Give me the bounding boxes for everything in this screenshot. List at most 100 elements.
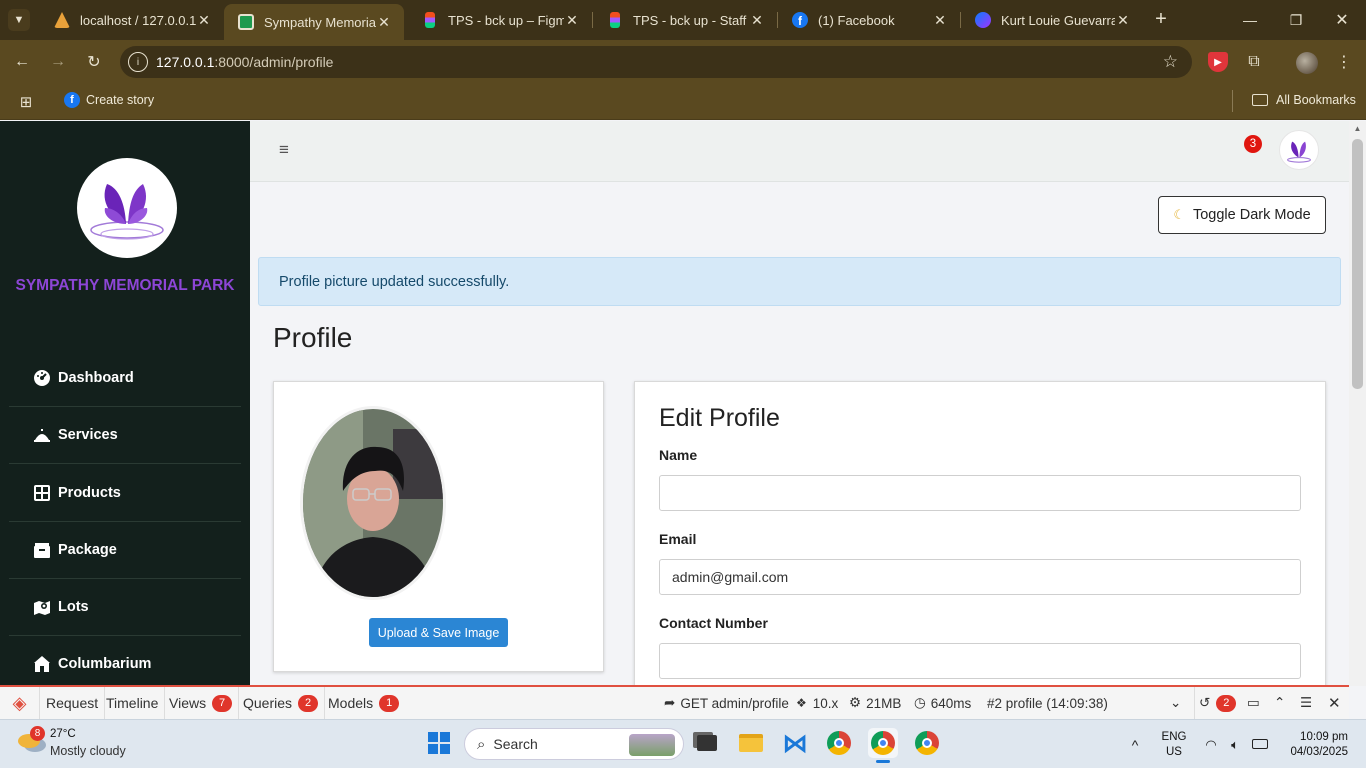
shield-extension-icon[interactable]: ▶: [1208, 52, 1228, 72]
notification-badge: 3: [1244, 135, 1262, 153]
windows-start-icon[interactable]: [424, 728, 454, 758]
reload-icon[interactable]: ↻: [84, 52, 104, 72]
clock[interactable]: 10:09 pm 04/03/2025: [1284, 730, 1348, 760]
sidebar-item-dashboard[interactable]: Dashboard: [9, 350, 241, 407]
history-icon: ↺: [1199, 695, 1211, 710]
all-bookmarks[interactable]: All Bookmarks: [1252, 92, 1356, 108]
omnibox[interactable]: i 127.0.0.1:8000/admin/profile ☆: [120, 46, 1192, 78]
name-field[interactable]: [659, 475, 1301, 511]
sidebar-item-services[interactable]: Services: [9, 407, 241, 464]
tab-search-icon[interactable]: ▼: [8, 9, 30, 31]
close-icon[interactable]: ✕: [1328, 687, 1341, 719]
close-icon[interactable]: ✕: [376, 14, 392, 31]
dashboard-icon: [33, 369, 51, 387]
weather-widget[interactable]: 8 27°C Mostly cloudy: [14, 726, 144, 762]
tab-messenger[interactable]: Kurt Louie Guevarra | ✕: [961, 0, 1143, 40]
new-tab-icon[interactable]: +: [1150, 8, 1172, 30]
chrome-icon[interactable]: [824, 728, 854, 758]
wifi-icon[interactable]: ◠: [1202, 736, 1220, 754]
debugbar-tab-models[interactable]: Models 1: [322, 687, 405, 719]
close-icon[interactable]: ✕: [564, 12, 580, 29]
chrome-profile-2-icon[interactable]: [912, 728, 942, 758]
tab-figma-1[interactable]: TPS - bck up – Figma ✕: [408, 0, 592, 40]
language-indicator[interactable]: ENG US: [1156, 730, 1192, 760]
volume-icon[interactable]: 🔈︎: [1226, 736, 1244, 754]
debugbar-route[interactable]: ➦ GET admin/profile: [664, 687, 789, 719]
messenger-icon: [975, 12, 991, 28]
chevron-up-icon[interactable]: ⌃: [1274, 687, 1285, 719]
chevron-up-icon[interactable]: ^: [1126, 736, 1144, 754]
bookmark-create-story[interactable]: f Create story: [64, 92, 154, 108]
apps-grid-icon[interactable]: ⊞: [18, 94, 34, 111]
debugbar-tab-views[interactable]: Views 7: [163, 687, 240, 719]
toggle-dark-mode-button[interactable]: ☾ Toggle Dark Mode: [1158, 196, 1326, 234]
brand-name: SYMPATHY MEMORIAL PARK: [15, 277, 235, 294]
sidebar-item-columbarium[interactable]: Columbarium: [9, 636, 241, 686]
debugbar-logo-icon[interactable]: ◈: [0, 687, 40, 719]
folder-open-icon[interactable]: ▭: [1247, 687, 1260, 719]
laravel-icon: [238, 14, 254, 30]
debugbar-request-select[interactable]: #2 profile (14:09:38): [987, 687, 1108, 719]
clock-icon: ◷: [914, 695, 926, 710]
task-view-icon[interactable]: [692, 728, 722, 758]
profile-photo: [300, 406, 446, 600]
minimize-icon[interactable]: —: [1240, 10, 1260, 30]
back-icon[interactable]: ←: [12, 52, 32, 72]
tab-facebook[interactable]: f (1) Facebook ✕: [778, 0, 960, 40]
settings-sliders-icon[interactable]: ☰: [1300, 687, 1312, 719]
cogs-icon: ⚙: [849, 695, 862, 710]
name-label: Name: [659, 447, 698, 463]
chrome-profile-active-icon[interactable]: [868, 728, 898, 758]
sidebar-item-package[interactable]: Package: [9, 522, 241, 579]
maximize-icon[interactable]: ❐: [1286, 10, 1306, 30]
weather-badge: 8: [30, 726, 45, 741]
logo: [77, 158, 177, 258]
upload-save-image-button[interactable]: Upload & Save Image: [369, 618, 508, 647]
page-scrollbar[interactable]: ▲: [1349, 121, 1366, 686]
bookmark-star-icon[interactable]: ☆: [1163, 52, 1178, 72]
battery-icon[interactable]: [1252, 739, 1268, 749]
debugbar-history[interactable]: ↺ 2: [1194, 687, 1237, 719]
debugbar-tab-request[interactable]: Request: [40, 687, 106, 719]
debugbar-tab-queries[interactable]: Queries 2: [237, 687, 326, 719]
taskbar-search[interactable]: ⌕ Search: [464, 728, 684, 760]
package-icon: [33, 541, 51, 559]
close-icon[interactable]: ✕: [749, 12, 765, 29]
folder-icon: [1252, 94, 1268, 106]
scroll-up-icon[interactable]: ▲: [1352, 124, 1363, 133]
facebook-icon: f: [64, 92, 80, 108]
scrollbar-thumb[interactable]: [1352, 139, 1363, 389]
moon-icon: ☾: [1173, 207, 1185, 222]
search-highlight-image: [629, 734, 675, 756]
close-icon[interactable]: ✕: [196, 12, 212, 29]
page-title: Profile: [273, 322, 353, 353]
menu-kebab-icon[interactable]: ⋮: [1334, 52, 1354, 72]
notification-bell[interactable]: 3: [1240, 135, 1264, 159]
sidebar-item-lots[interactable]: Lots: [9, 579, 241, 636]
profile-avatar[interactable]: [1296, 52, 1318, 74]
chevron-down-icon[interactable]: ⌄: [1170, 687, 1181, 719]
bookmarks-bar: ⊞ f Create story All Bookmarks: [0, 86, 1366, 120]
forward-icon[interactable]: →: [48, 52, 68, 72]
file-explorer-icon[interactable]: [736, 728, 766, 758]
extensions-icon[interactable]: ⧉: [1244, 52, 1264, 72]
edit-profile-title: Edit Profile: [659, 404, 780, 432]
tab-sympathy[interactable]: Sympathy Memorial P ✕: [224, 4, 404, 40]
close-icon[interactable]: ✕: [932, 12, 948, 29]
sidebar-item-products[interactable]: Products: [9, 465, 241, 522]
close-icon[interactable]: ✕: [1115, 12, 1131, 29]
profile-photo-image: [303, 409, 443, 597]
tab-phpmyadmin[interactable]: localhost / 127.0.0.1 / ✕: [40, 0, 224, 40]
debugbar-tab-timeline[interactable]: Timeline: [100, 687, 166, 719]
debugbar-memory: ⚙ 21MB: [849, 695, 902, 711]
window-close-icon[interactable]: ✕: [1332, 10, 1352, 30]
contact-number-field[interactable]: [659, 643, 1301, 679]
user-avatar[interactable]: [1279, 130, 1319, 170]
tab-figma-2[interactable]: TPS - bck up - Staff ✕: [593, 0, 777, 40]
phpmyadmin-icon: [54, 12, 70, 28]
email-field[interactable]: [659, 559, 1301, 595]
site-info-icon[interactable]: i: [128, 52, 148, 72]
vscode-icon[interactable]: ⋈: [780, 728, 810, 758]
hamburger-menu-icon[interactable]: ≡: [276, 140, 292, 160]
grid-icon: [33, 484, 51, 502]
